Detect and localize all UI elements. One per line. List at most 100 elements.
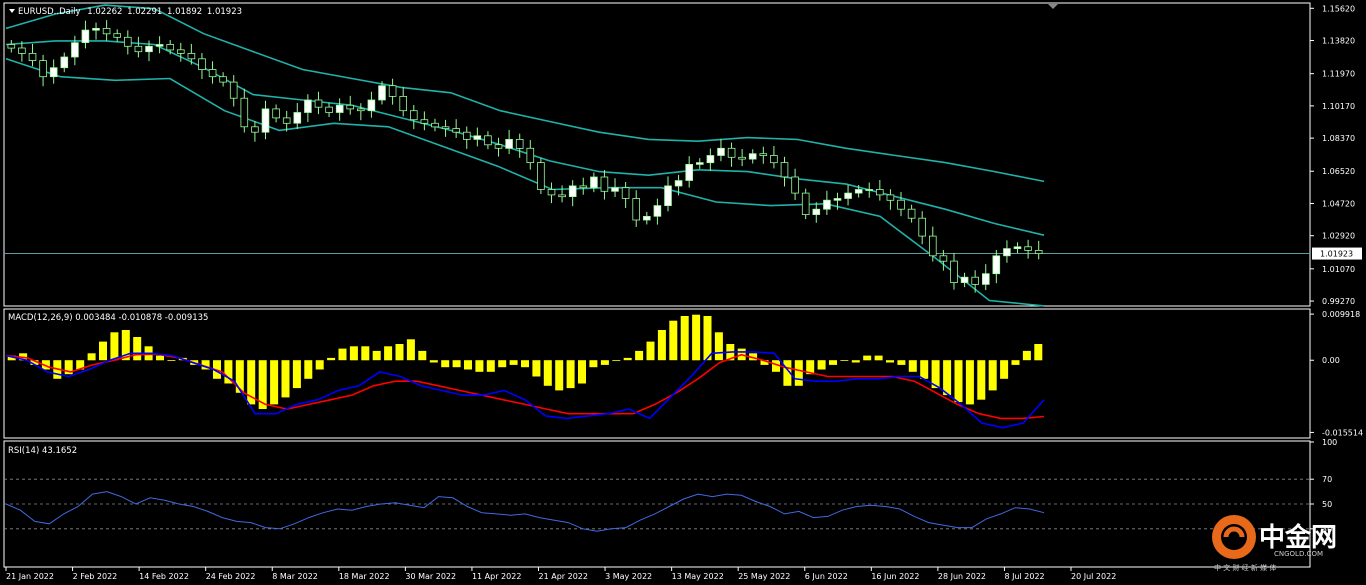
candle [198, 53, 206, 80]
candle [738, 149, 746, 167]
candle-body [198, 58, 206, 70]
candle-body [409, 110, 418, 121]
dropdown-triangle-icon[interactable] [9, 9, 15, 13]
candle-body [399, 96, 407, 112]
candle-body [918, 217, 926, 237]
candle [717, 138, 725, 162]
bollinger-lower-line [5, 58, 1045, 307]
candle-body [590, 176, 598, 189]
candle [39, 54, 47, 87]
candle-body [378, 85, 386, 101]
candle [759, 146, 768, 164]
macd-histogram-bar [863, 355, 872, 361]
macd-ytick-label: 0.00 [1322, 356, 1340, 365]
x-tick-label: 21 Jan 2022 [6, 572, 54, 581]
candle-body [155, 44, 164, 47]
price-ytick-label: 1.13820 [1322, 37, 1355, 46]
candle [346, 95, 354, 115]
candle [102, 20, 111, 41]
candle [494, 137, 503, 157]
candle [897, 192, 905, 217]
candle-body [833, 198, 842, 201]
candle-body [717, 147, 725, 156]
price-ytick-label: 1.11970 [1322, 70, 1355, 79]
rsi-ytick-label: 70 [1322, 475, 1332, 484]
candle [929, 226, 937, 262]
macd-histogram-bar [270, 360, 279, 405]
macd-histogram-bar [817, 360, 826, 370]
candle [409, 104, 418, 130]
candle [547, 182, 556, 204]
candle [886, 189, 895, 210]
candle-body [28, 53, 37, 62]
price-panel-frame [3, 2, 1311, 307]
macd-histogram-bar [1011, 360, 1020, 365]
macd-histogram-bar [646, 341, 655, 361]
macd-ytick-label: 0.009918 [1322, 310, 1360, 319]
candle [251, 121, 259, 142]
rsi-line [5, 491, 1045, 532]
macd-histogram-bar [1022, 350, 1031, 361]
candle [992, 250, 1001, 284]
candle [950, 252, 958, 290]
candle [113, 29, 122, 42]
candle-body [92, 27, 100, 31]
candle [314, 91, 323, 115]
macd-histogram-bar [840, 360, 849, 361]
candle-body [982, 273, 990, 285]
candle-body [886, 194, 895, 201]
macd-histogram-bar [521, 360, 529, 368]
candle [325, 102, 333, 117]
macd-histogram-bar [327, 357, 336, 361]
candle-body [674, 180, 683, 187]
x-tick-label: 28 Jun 2022 [938, 572, 986, 581]
x-tick-label: 3 May 2022 [605, 572, 652, 581]
axes-group: 1.15620 1.13820 1.11970 1.10170 1.08370 1.065… [5, 4, 1363, 581]
candle [484, 131, 492, 150]
candle-body [547, 189, 556, 196]
macd-histogram-bar [1000, 360, 1009, 379]
candle-body [304, 99, 312, 113]
rsi-ytick-label: 50 [1322, 500, 1332, 509]
candle-body [208, 69, 217, 78]
candle-body [1024, 246, 1032, 251]
macd-series-group [5, 314, 1045, 429]
candle-body [748, 153, 757, 160]
macd-histogram-bar [532, 360, 541, 377]
candle-body [971, 276, 979, 285]
macd-histogram-bar [133, 337, 142, 361]
candle-body [939, 255, 948, 262]
candle-body [18, 47, 26, 54]
candle [92, 22, 100, 40]
candle-body [515, 138, 524, 149]
candle-body [49, 67, 58, 78]
candle [166, 39, 175, 55]
macd-histogram-bar [897, 360, 906, 365]
macd-histogram-bar [281, 360, 290, 398]
candle-body [251, 126, 259, 133]
candle [219, 72, 227, 87]
candle [81, 20, 90, 49]
candle [452, 119, 460, 138]
candle-body [166, 44, 175, 51]
candle-body [844, 192, 852, 199]
candle-body [653, 205, 662, 217]
macd-histogram-bar [680, 316, 689, 361]
candle [960, 272, 969, 288]
candle-body [950, 260, 958, 284]
candle [229, 75, 238, 107]
x-tick-label: 8 Mar 2022 [272, 572, 318, 581]
candle [261, 100, 270, 140]
x-tick-label: 2 Feb 2022 [73, 572, 118, 581]
macd-histogram-bar [372, 350, 381, 361]
candle-body [187, 53, 196, 60]
candle [272, 104, 280, 123]
macd-histogram-bar [977, 360, 986, 400]
candle-body [388, 85, 397, 97]
macd-histogram-bar [543, 360, 552, 386]
candle-body [727, 147, 736, 158]
chart-shift-marker-icon[interactable] [1048, 4, 1058, 9]
candle-body [134, 45, 143, 53]
candle [124, 30, 132, 55]
candle [526, 140, 535, 170]
